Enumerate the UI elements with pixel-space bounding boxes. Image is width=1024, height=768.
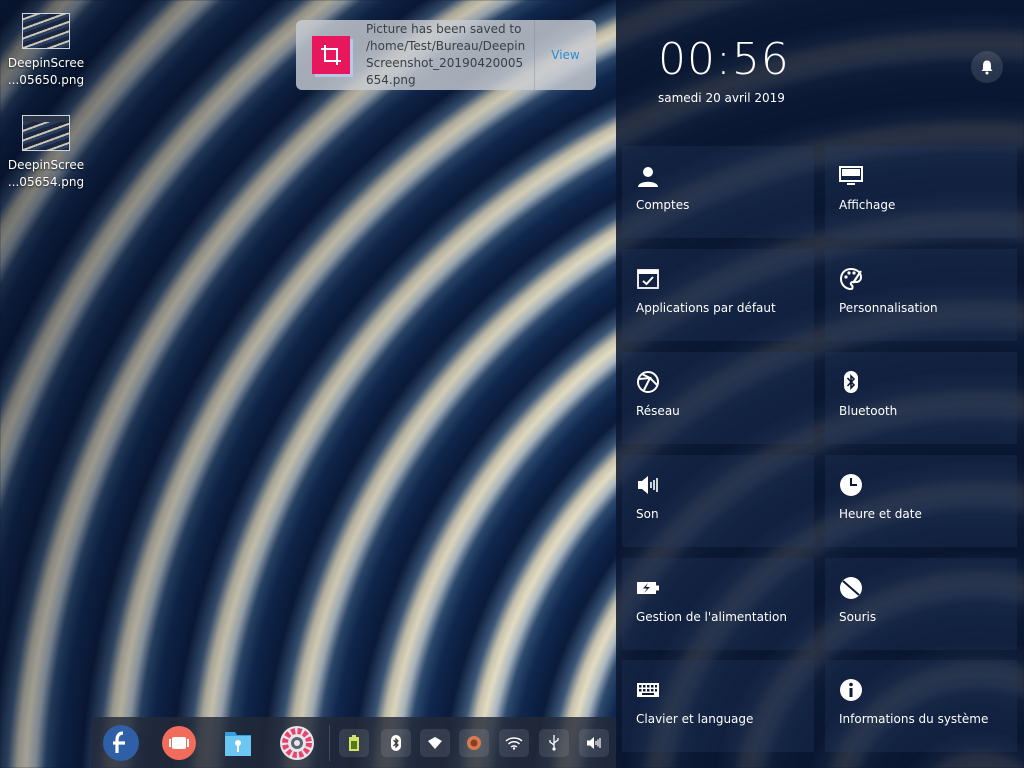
network-icon — [428, 737, 442, 749]
tile-label: Affichage — [839, 198, 896, 212]
tile-label: Son — [636, 507, 659, 521]
file-name-line1: DeepinScree — [7, 158, 85, 172]
tile-label: Réseau — [636, 404, 680, 418]
tile-reseau[interactable]: Réseau — [622, 352, 814, 444]
keyboard-icon — [637, 683, 659, 697]
monitor-icon — [839, 166, 863, 185]
clock-icon — [840, 474, 862, 496]
notifications-bell-button[interactable] — [971, 51, 1003, 83]
usb-icon — [549, 735, 559, 751]
view-button[interactable]: View — [535, 48, 596, 62]
tile-label: Heure et date — [839, 507, 922, 521]
tile-label: Comptes — [636, 198, 690, 212]
file-manager-icon[interactable] — [218, 723, 258, 763]
tile-bluetooth[interactable]: Bluetooth — [825, 352, 1017, 444]
control-center-icon[interactable] — [277, 723, 317, 763]
tray-bluetooth-button[interactable] — [381, 729, 411, 757]
tile-label: Personnalisation — [839, 301, 938, 315]
fedora-launcher-icon[interactable] — [101, 723, 141, 763]
battery-icon — [637, 582, 659, 594]
tray-app-button[interactable] — [459, 729, 489, 757]
bluetooth-icon — [844, 371, 858, 393]
tile-souris[interactable]: Souris — [825, 558, 1017, 650]
tile-label: Applications par défaut — [636, 301, 776, 315]
image-thumbnail-icon — [22, 115, 70, 151]
dock — [91, 717, 616, 768]
desktop-file-screenshot-1[interactable]: DeepinScree ...05650.png — [4, 13, 88, 89]
file-name-line1: DeepinScree — [7, 56, 85, 70]
sound-app-icon — [467, 736, 481, 750]
desktop-file-screenshot-2[interactable]: DeepinScree ...05654.png — [4, 115, 88, 191]
tile-label: Souris — [839, 610, 877, 624]
battery-icon — [349, 735, 359, 751]
tray-volume-button[interactable] — [579, 729, 609, 757]
info-icon — [840, 679, 862, 701]
volume-icon — [587, 737, 601, 749]
bell-icon — [981, 60, 993, 75]
tile-label: Gestion de l'alimentation — [636, 610, 787, 624]
screenshot-saved-notification[interactable]: Picture has been saved to /home/Test/Bur… — [296, 20, 596, 90]
wifi-icon — [505, 737, 523, 750]
tile-gestion-alimentation[interactable]: Gestion de l'alimentation — [622, 558, 814, 650]
tile-applications-par-defaut[interactable]: Applications par défaut — [622, 249, 814, 341]
tray-usb-button[interactable] — [539, 729, 569, 757]
bluetooth-icon — [391, 735, 401, 751]
tile-label: Informations du système — [839, 712, 989, 726]
clock-date: samedi 20 avril 2019 — [658, 91, 785, 105]
crop-icon — [312, 36, 350, 74]
tile-informations-du-systeme[interactable]: Informations du système — [825, 660, 1017, 752]
control-center-panel: 00:56 samedi 20 avril 2019 Comptes Affic… — [616, 0, 1024, 768]
default-apps-icon — [637, 269, 659, 289]
tile-personnalisation[interactable]: Personnalisation — [825, 249, 1017, 341]
network-icon — [637, 371, 659, 393]
tile-label: Bluetooth — [839, 404, 898, 418]
tray-network-button[interactable] — [420, 729, 450, 757]
multitasking-icon[interactable] — [159, 723, 199, 763]
file-name-line2: ...05654.png — [7, 175, 85, 189]
tile-son[interactable]: Son — [622, 455, 814, 547]
tile-heure-et-date[interactable]: Heure et date — [825, 455, 1017, 547]
mouse-icon — [840, 577, 862, 599]
tile-affichage[interactable]: Affichage — [825, 146, 1017, 238]
dock-separator — [329, 725, 330, 761]
palette-icon — [839, 267, 863, 291]
tray-battery-button[interactable] — [339, 729, 369, 757]
tile-comptes[interactable]: Comptes — [622, 146, 814, 238]
notification-message: Picture has been saved to /home/Test/Bur… — [366, 22, 526, 87]
tile-clavier-et-language[interactable]: Clavier et language — [622, 660, 814, 752]
file-name-line2: ...05650.png — [7, 73, 85, 87]
tile-label: Clavier et language — [636, 712, 754, 726]
tray-wifi-button[interactable] — [499, 729, 529, 757]
image-thumbnail-icon — [22, 13, 70, 49]
clock-time: 00:56 — [658, 34, 790, 85]
user-icon — [638, 167, 658, 187]
speaker-icon — [638, 476, 658, 494]
